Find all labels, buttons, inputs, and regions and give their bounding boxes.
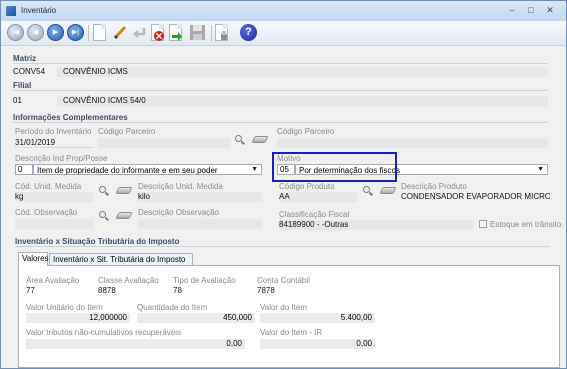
last-record-icon[interactable]: ▶| — [67, 24, 84, 41]
classe-value: 8878 — [98, 286, 116, 295]
divider — [15, 246, 550, 247]
cod-parceiro2-field — [277, 138, 548, 148]
close-button[interactable]: ✕ — [544, 6, 556, 16]
title-bar: Inventário – □ ✕ — [1, 1, 566, 22]
desc-ind-text: Item de propriedade do informante e em s… — [37, 166, 218, 175]
desc-prod-label: Descrição Produto — [401, 182, 467, 191]
save-icon — [189, 24, 206, 41]
edit-pencil-icon[interactable] — [112, 24, 129, 41]
desc-obs-label: Descrição Observação — [138, 208, 219, 217]
delete-record-icon[interactable] — [151, 24, 164, 41]
cod-obs-field — [15, 219, 93, 229]
cod-unid-field — [15, 192, 93, 202]
conta-value: 7878 — [257, 286, 275, 295]
clear-prod-icon[interactable] — [379, 187, 397, 194]
search-prod-icon[interactable] — [363, 186, 370, 193]
search-unid-icon[interactable] — [99, 186, 106, 193]
desc-ind-combo[interactable]: Item de propriedade do informante e em s… — [33, 164, 262, 175]
confirm-record-icon[interactable] — [169, 24, 182, 41]
app-icon — [6, 6, 16, 16]
help-icon[interactable]: ? — [240, 24, 257, 41]
vtrib-label: Valor tributos não-cumulativos recuperáv… — [26, 328, 182, 337]
periodo-underline — [15, 147, 93, 148]
desc-unid-label: Descrição Unid. Medida — [138, 182, 223, 191]
periodo-value: 31/01/2019 — [15, 138, 56, 147]
periodo-label: Período do Inventário — [15, 127, 92, 136]
desc-prod-value: CONDENSADOR EVAPORADOR MICROCANAL — [401, 192, 550, 201]
class-fiscal-value: 84189900 - -Outras — [279, 220, 349, 229]
desc-ind-code[interactable]: 0 — [15, 164, 33, 175]
cod-prod-field — [279, 192, 357, 202]
new-record-icon[interactable] — [93, 24, 106, 41]
cod-parceiro2-label: Código Parceiro — [277, 127, 335, 136]
estoque-label: Estoque em trânsito — [490, 220, 562, 229]
matriz-name: CONVÊNIO ICMS — [63, 67, 128, 76]
motivo-highlight-box — [272, 152, 397, 182]
cod-parceiro-label: Código Parceiro — [98, 127, 156, 136]
cod-unid-label: Cód. Unid. Medida — [15, 182, 82, 191]
matriz-heading: Matriz — [13, 54, 37, 63]
divider — [13, 90, 548, 91]
minimize-button[interactable]: – — [506, 6, 518, 16]
tab-valores[interactable]: Valores — [18, 252, 49, 266]
cod-prod-label: Código Produto — [279, 182, 335, 191]
vitem-label: Valor do Item — [260, 303, 307, 312]
classe-label: Classe Avaliação — [98, 276, 159, 285]
chevron-down-icon: ▼ — [537, 166, 544, 173]
vunit-value: 12,000000 — [26, 313, 130, 323]
inv-heading: Inventário x Situação Tributária do Impo… — [15, 237, 180, 246]
maximize-button[interactable]: □ — [525, 6, 537, 16]
filial-name: CONVÊNIO ICMS 54/0 — [63, 96, 146, 105]
cod-unid-value: kg — [15, 192, 24, 201]
next-record-icon[interactable]: ▶ — [47, 24, 64, 41]
toolbar: |◀ ◀ ▶ ▶| ? — [1, 21, 566, 46]
undo-icon — [132, 24, 149, 41]
first-record-icon[interactable]: |◀ — [7, 24, 24, 41]
print-report-icon[interactable] — [215, 24, 228, 41]
qtd-value: 450,000 — [137, 313, 255, 323]
toolbar-separator — [211, 25, 212, 41]
class-fiscal-label: Classificação Fiscal — [279, 210, 350, 219]
divider — [13, 122, 548, 123]
clear-parceiro-icon[interactable] — [251, 136, 269, 143]
chevron-down-icon: ▼ — [251, 166, 258, 173]
desc-unid-value: kilo — [138, 192, 151, 201]
vunit-label: Valor Unitário do Item — [26, 303, 103, 312]
tipo-value: 78 — [173, 286, 182, 295]
vitem-value: 5.400,00 — [260, 313, 375, 323]
vtrib-value: 0,00 — [26, 339, 245, 349]
estoque-checkbox[interactable] — [479, 220, 487, 228]
matriz-name-field — [57, 67, 548, 77]
form-content: Matriz CONV54 CONVÊNIO ICMS Filial 01 CO… — [1, 46, 566, 368]
desc-unid-field — [138, 192, 262, 202]
cod-obs-label: Cód. Observação — [15, 208, 78, 217]
info-heading: Informações Complementares — [13, 113, 128, 122]
divider — [13, 63, 548, 64]
search-parceiro-icon[interactable] — [235, 135, 242, 142]
cod-prod-value: AA — [279, 192, 290, 201]
search-obs-icon[interactable] — [99, 211, 106, 218]
tipo-label: Tipo de Avaliação — [173, 276, 236, 285]
toolbar-separator — [88, 25, 89, 41]
filial-code: 01 — [13, 96, 22, 105]
matriz-code: CONV54 — [13, 67, 46, 76]
area-value: 77 — [26, 286, 35, 295]
qtd-label: Quantidade do Item — [137, 303, 208, 312]
conta-label: Conta Contábil — [257, 276, 310, 285]
vir-value: 0,00 — [260, 339, 375, 349]
vir-label: Valor do Item - IR — [260, 328, 323, 337]
desc-ind-label: Descrição Ind Prop/Posse — [15, 154, 108, 163]
area-label: Área Avaliação — [26, 276, 80, 285]
window-title: Inventário — [21, 6, 57, 15]
filial-heading: Filial — [13, 81, 32, 90]
cod-parceiro-field — [98, 138, 230, 148]
clear-obs-icon[interactable] — [115, 212, 133, 219]
valores-panel: Área Avaliação 77 Classe Avaliação 8878 … — [18, 265, 560, 368]
desc-obs-field — [138, 219, 262, 229]
previous-record-icon[interactable]: ◀ — [27, 24, 44, 41]
inventory-window: Inventário – □ ✕ |◀ ◀ ▶ ▶| ? Matriz CONV… — [0, 0, 567, 369]
clear-unid-icon[interactable] — [115, 187, 133, 194]
